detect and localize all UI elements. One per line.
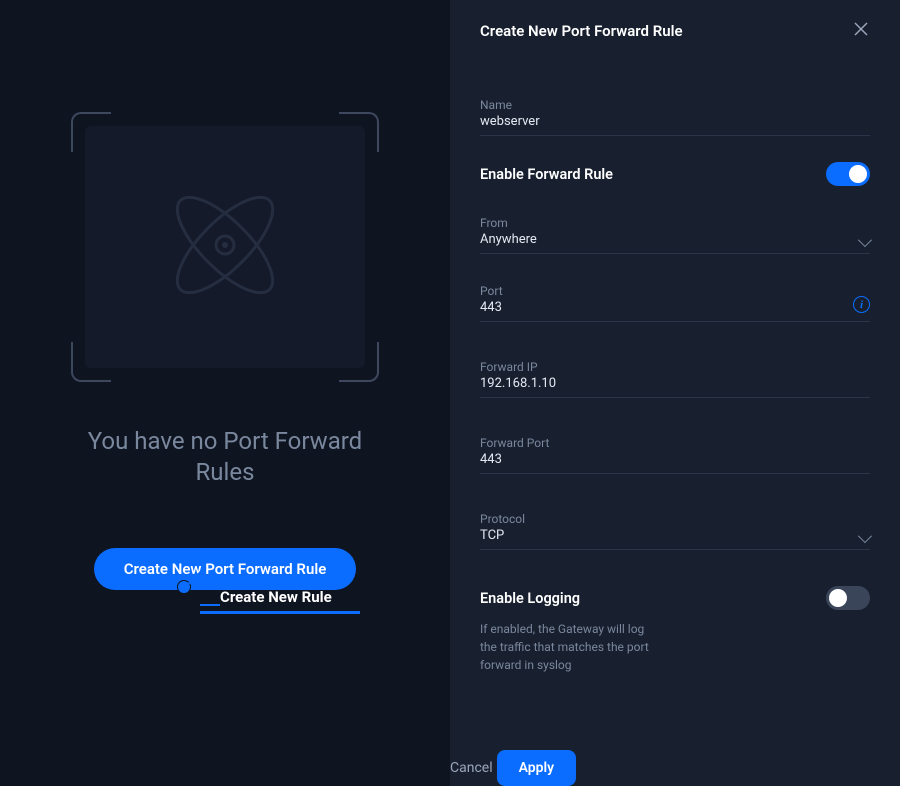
port-field[interactable]: Port 443 <box>480 284 870 322</box>
enable-rule-toggle[interactable] <box>826 162 870 186</box>
logging-help-text: If enabled, the Gateway will log the tra… <box>480 620 660 674</box>
info-icon[interactable] <box>853 296 870 313</box>
forward-port-label: Forward Port <box>480 436 870 450</box>
name-value[interactable]: webserver <box>480 114 870 135</box>
from-value[interactable]: Anywhere <box>480 232 860 253</box>
protocol-value[interactable]: TCP <box>480 528 860 549</box>
forward-ip-label: Forward IP <box>480 360 870 374</box>
close-icon[interactable] <box>852 20 870 42</box>
placeholder-artwork <box>71 112 379 382</box>
forward-port-value[interactable]: 443 <box>480 452 870 473</box>
port-value[interactable]: 443 <box>480 300 870 321</box>
forward-ip-value[interactable]: 192.168.1.10 <box>480 376 870 397</box>
name-label: Name <box>480 98 870 112</box>
empty-state-title: You have no Port Forward Rules <box>36 426 414 488</box>
protocol-label: Protocol <box>480 512 870 526</box>
forward-ip-field[interactable]: Forward IP 192.168.1.10 <box>480 360 870 398</box>
enable-rule-label: Enable Forward Rule <box>480 166 613 183</box>
create-rule-panel: Create New Port Forward Rule Name webser… <box>450 0 900 786</box>
from-field[interactable]: From Anywhere <box>480 216 870 254</box>
apply-button[interactable]: Apply <box>497 750 577 786</box>
enable-logging-toggle[interactable] <box>826 586 870 610</box>
panel-title: Create New Port Forward Rule <box>480 22 683 40</box>
protocol-field[interactable]: Protocol TCP <box>480 512 870 550</box>
atom-icon <box>150 170 300 324</box>
enable-logging-label: Enable Logging <box>480 590 580 607</box>
create-port-forward-button[interactable]: Create New Port Forward Rule <box>94 548 357 590</box>
cancel-button[interactable]: Cancel <box>450 760 493 776</box>
name-field[interactable]: Name webserver <box>480 98 870 136</box>
port-label: Port <box>480 284 870 298</box>
from-label: From <box>480 216 870 230</box>
forward-port-field[interactable]: Forward Port 443 <box>480 436 870 474</box>
